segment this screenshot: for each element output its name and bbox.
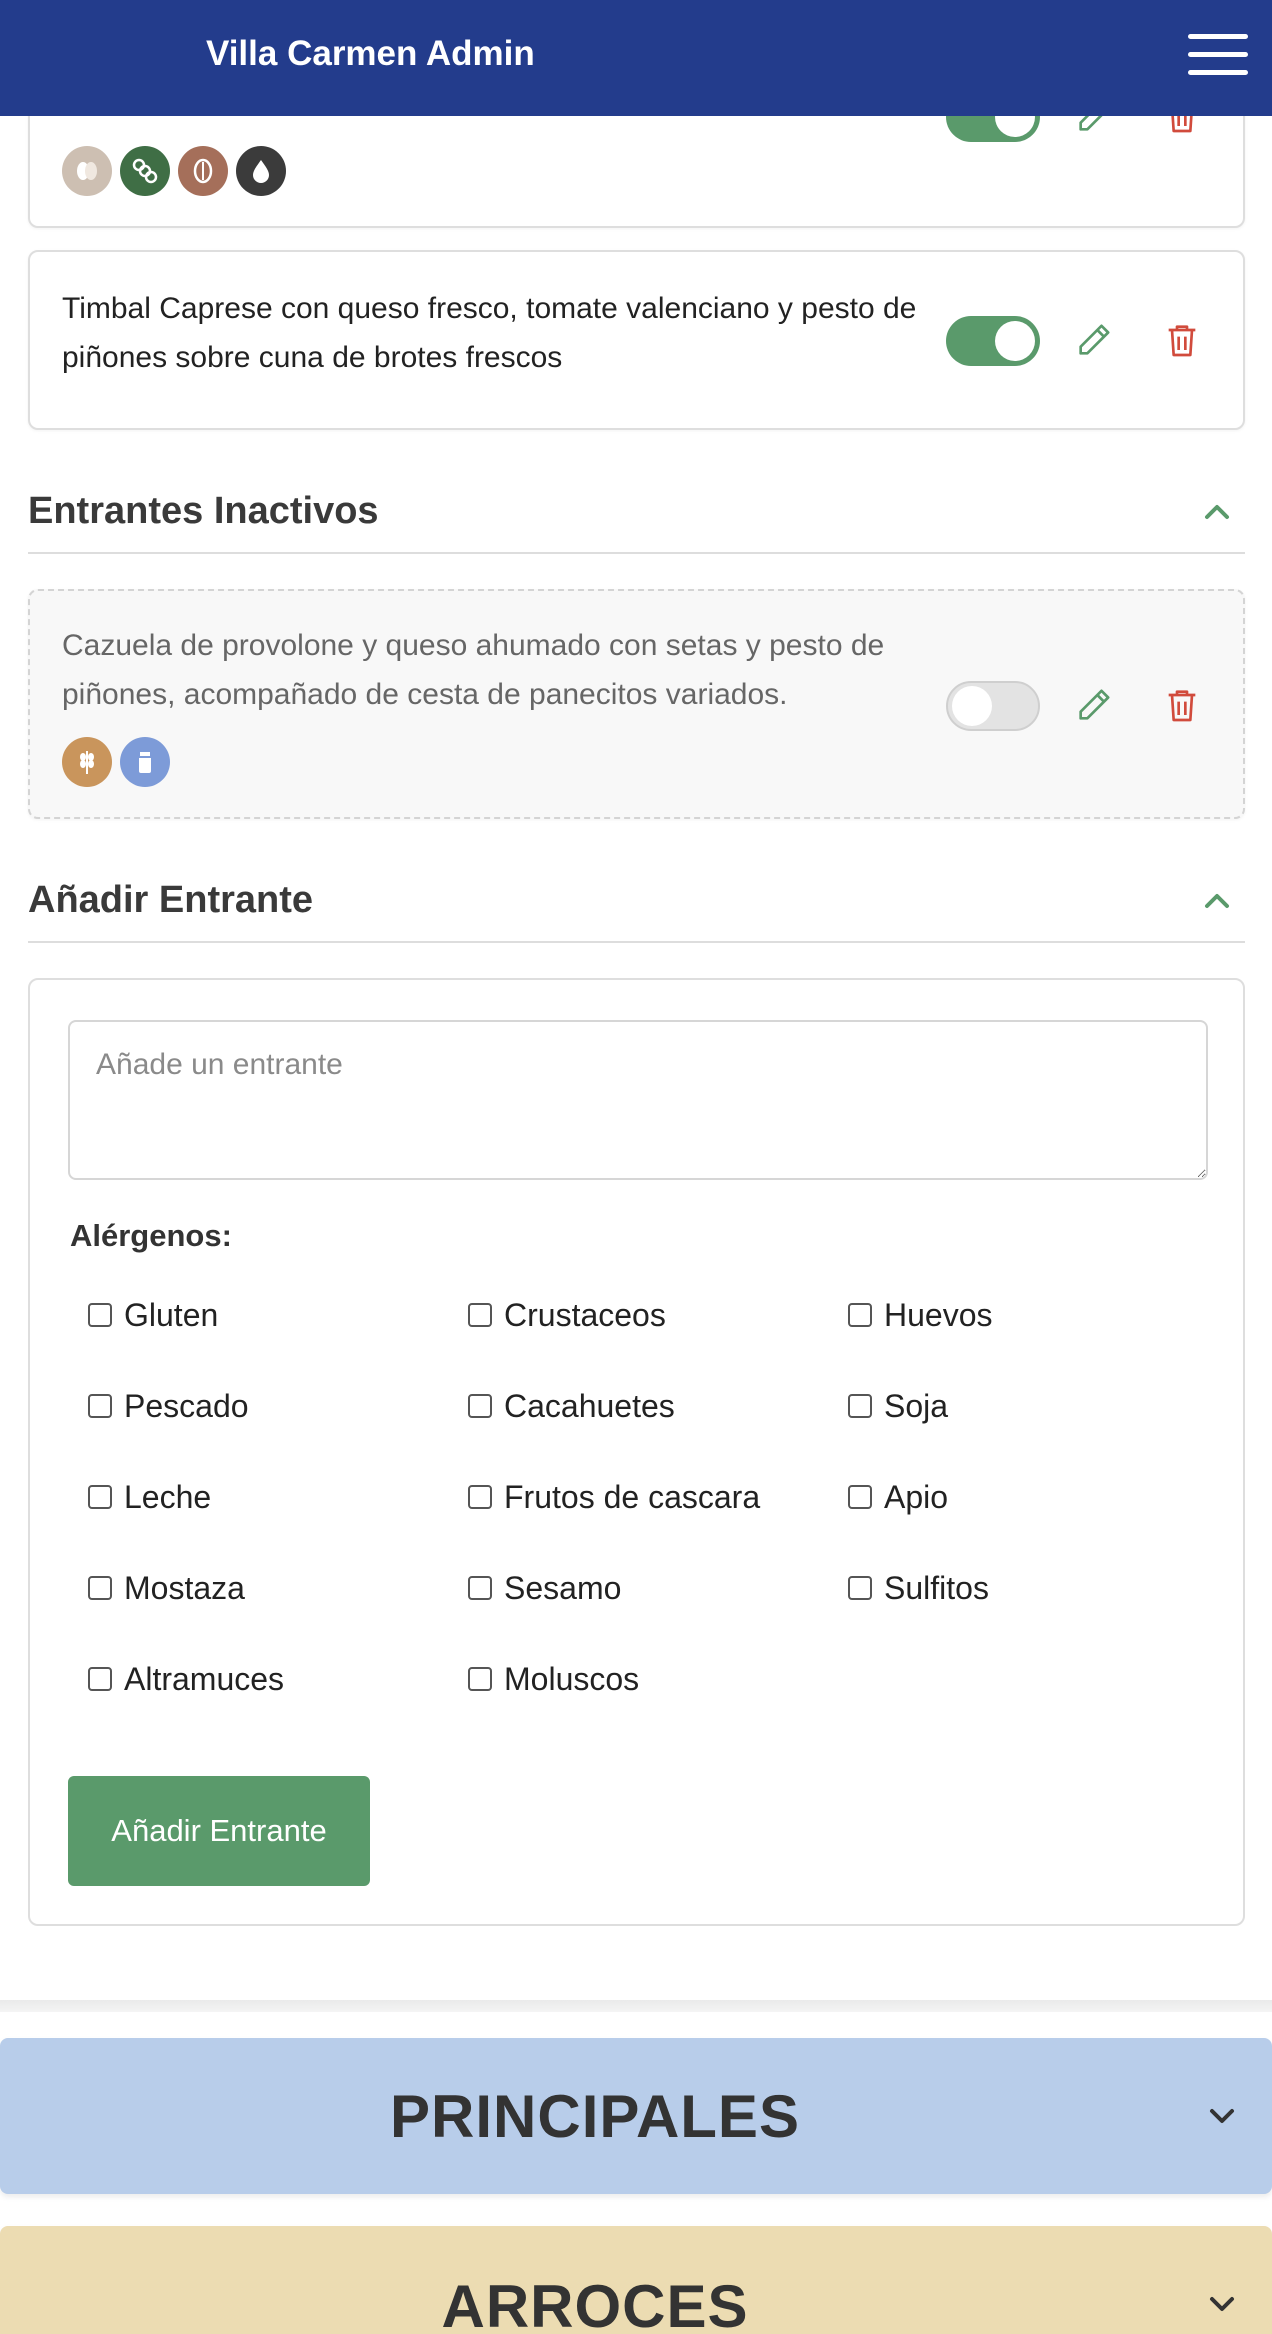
checkbox[interactable] — [88, 1485, 112, 1509]
item-description: Cazuela de provolone y queso ahumado con… — [62, 629, 885, 711]
add-item-form: Alérgenos: Gluten Crustaceos Huevos Pesc… — [28, 978, 1245, 1926]
checkbox-label: Moluscos — [504, 1660, 640, 1697]
checkbox[interactable] — [848, 1303, 872, 1327]
checkbox-label: Leche — [124, 1478, 212, 1515]
inactive-item-card: Cazuela de provolone y queso ahumado con… — [28, 589, 1245, 819]
nuts-allergen-icon — [178, 146, 228, 196]
checkbox[interactable] — [468, 1485, 492, 1509]
checkbox-label: Soja — [884, 1387, 949, 1424]
allergen-checkbox-moluscos[interactable]: Moluscos — [468, 1649, 639, 1709]
active-toggle[interactable] — [946, 681, 1040, 731]
menu-item-card: Timbal Caprese con queso fresco, tomate … — [28, 250, 1245, 430]
section-title: Entrantes Inactivos — [28, 490, 379, 532]
new-item-textarea[interactable] — [68, 1020, 1208, 1180]
checkbox-label: Pescado — [124, 1387, 249, 1424]
allergen-checkbox-apio[interactable]: Apio — [848, 1467, 948, 1527]
item-description: Timbal Caprese con queso fresco, tomate … — [62, 292, 917, 374]
checkbox-label: Sesamo — [504, 1569, 622, 1606]
inactive-section-header[interactable]: Entrantes Inactivos — [28, 484, 1245, 554]
pencil-icon[interactable] — [1074, 683, 1114, 727]
chevron-up-icon[interactable] — [1197, 881, 1237, 921]
milk-allergen-icon — [120, 737, 170, 787]
allergen-checkbox-sesamo[interactable]: Sesamo — [468, 1558, 621, 1618]
add-section-header[interactable]: Añadir Entrante — [28, 873, 1245, 943]
checkbox-label: Apio — [884, 1478, 949, 1515]
allergen-checkbox-cacahuetes[interactable]: Cacahuetes — [468, 1376, 675, 1436]
checkbox[interactable] — [848, 1576, 872, 1600]
app-title: Villa Carmen Admin — [206, 34, 535, 73]
trash-icon[interactable] — [1162, 318, 1202, 362]
checkbox-label: Crustaceos — [504, 1296, 666, 1333]
checkbox[interactable] — [848, 1394, 872, 1418]
allergens-label: Alérgenos: — [70, 1218, 232, 1253]
allergen-checkbox-crustaceos[interactable]: Crustaceos — [468, 1285, 666, 1345]
checkbox[interactable] — [88, 1576, 112, 1600]
allergen-checkbox-huevos[interactable]: Huevos — [848, 1285, 993, 1345]
top-navbar: Villa Carmen Admin — [0, 0, 1272, 116]
gluten-allergen-icon — [62, 737, 112, 787]
egg-allergen-icon — [62, 146, 112, 196]
allergen-checkbox-pescado[interactable]: Pescado — [88, 1376, 249, 1436]
trash-icon[interactable] — [1162, 683, 1202, 727]
checkbox-label: Cacahuetes — [504, 1387, 675, 1424]
allergen-checkbox-sulfitos[interactable]: Sulfitos — [848, 1558, 989, 1618]
section-title: Añadir Entrante — [28, 879, 314, 921]
checkbox[interactable] — [848, 1485, 872, 1509]
category-title: PRINCIPALES — [390, 2083, 800, 2150]
allergen-list — [62, 146, 286, 196]
checkbox[interactable] — [88, 1303, 112, 1327]
hamburger-icon[interactable] — [1188, 32, 1248, 78]
chevron-down-icon[interactable] — [1202, 2096, 1242, 2136]
allergen-checkbox-gluten[interactable]: Gluten — [88, 1285, 218, 1345]
section-divider — [0, 2000, 1272, 2012]
checkbox-label: Mostaza — [124, 1569, 245, 1606]
checkbox[interactable] — [468, 1394, 492, 1418]
checkbox[interactable] — [88, 1394, 112, 1418]
allergen-checkbox-frutos-de-cascara[interactable]: Frutos de cascara — [468, 1467, 760, 1527]
checkbox-label: Altramuces — [124, 1660, 285, 1697]
add-item-button[interactable]: Añadir Entrante — [68, 1776, 370, 1886]
checkbox[interactable] — [88, 1667, 112, 1691]
category-title: ARROCES — [441, 2273, 749, 2334]
checkbox[interactable] — [468, 1303, 492, 1327]
allergen-checkbox-leche[interactable]: Leche — [88, 1467, 211, 1527]
allergen-checkbox-mostaza[interactable]: Mostaza — [88, 1558, 245, 1618]
checkbox[interactable] — [468, 1576, 492, 1600]
soy-allergen-icon — [120, 146, 170, 196]
checkbox-label: Gluten — [124, 1296, 219, 1333]
category-arroces[interactable]: ARROCES — [0, 2226, 1272, 2334]
mustard-allergen-icon — [236, 146, 286, 196]
checkbox-label: Huevos — [884, 1296, 993, 1333]
active-toggle[interactable] — [946, 316, 1040, 366]
allergen-list — [62, 737, 170, 787]
checkbox-label: Frutos de cascara — [504, 1478, 761, 1515]
allergen-checkbox-soja[interactable]: Soja — [848, 1376, 948, 1436]
checkbox-label: Sulfitos — [884, 1569, 989, 1606]
chevron-up-icon[interactable] — [1197, 492, 1237, 532]
checkbox[interactable] — [468, 1667, 492, 1691]
allergen-checkbox-altramuces[interactable]: Altramuces — [88, 1649, 284, 1709]
chevron-down-icon[interactable] — [1202, 2284, 1242, 2324]
pencil-icon[interactable] — [1074, 318, 1114, 362]
category-principales[interactable]: PRINCIPALES — [0, 2038, 1272, 2194]
